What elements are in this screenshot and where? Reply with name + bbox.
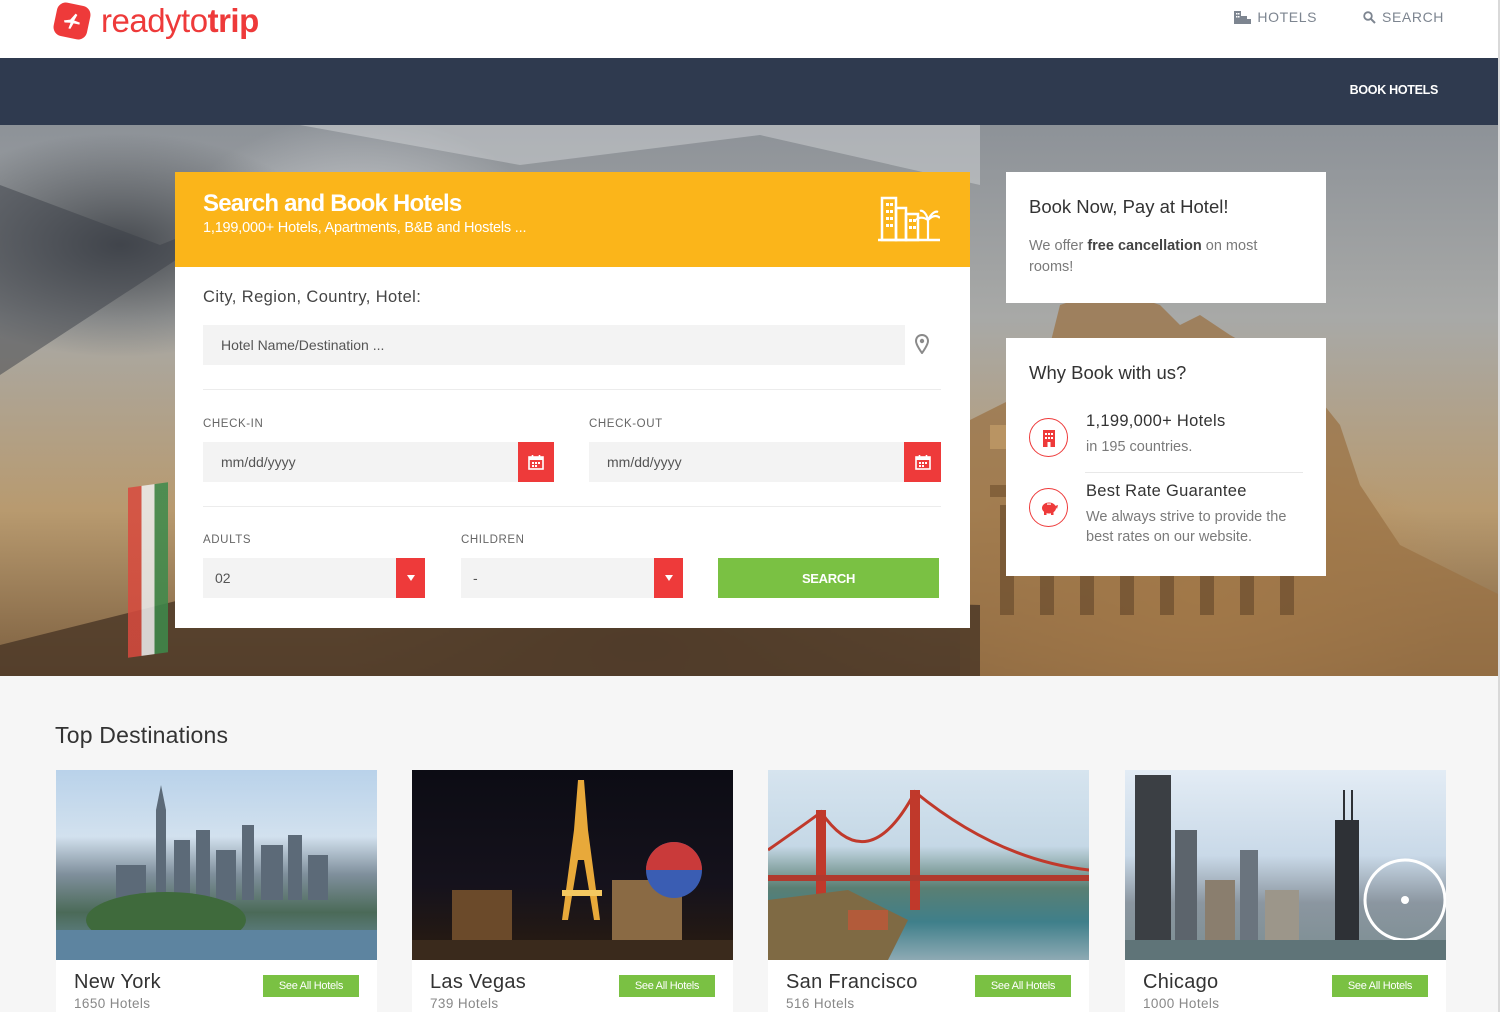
top-destinations-title: Top Destinations (55, 722, 229, 748)
see-all-hotels-button[interactable]: See All Hotels (975, 975, 1071, 997)
see-all-hotels-button[interactable]: See All Hotels (263, 975, 359, 997)
checkin-input[interactable]: mm/dd/yyyy (203, 442, 518, 482)
destination-card-chicago[interactable]: Chicago 1000 Hotels See All Hotels (1125, 770, 1446, 1012)
feature-hotels-title: 1,199,000+ Hotels (1086, 412, 1226, 430)
destination-hotel-count: 1000 Hotels (1143, 996, 1220, 1011)
new-york-skyline (56, 785, 377, 960)
new-york-photo[interactable] (56, 770, 377, 960)
nav-hotels-label: HOTELS (1257, 9, 1318, 25)
destination-name[interactable]: Chicago (1143, 971, 1218, 994)
feature-divider (1085, 472, 1303, 473)
destination-name[interactable]: Las Vegas (430, 971, 526, 994)
destination-name[interactable]: New York (74, 971, 161, 994)
top-nav: HOTELS SEARCH (1234, 9, 1444, 25)
nav-search-label: SEARCH (1382, 9, 1444, 25)
chicago-photo[interactable] (1125, 770, 1446, 960)
logo[interactable]: readytotrip (51, 0, 260, 42)
adults-dropdown-button[interactable] (396, 558, 425, 598)
form-divider (203, 506, 941, 507)
nav-hotels[interactable]: HOTELS (1234, 9, 1317, 25)
form-divider (203, 389, 941, 390)
checkin-calendar-button[interactable] (518, 442, 554, 482)
feature-best-rate-desc: We always strive to provide the best rat… (1086, 509, 1287, 545)
free-cancellation-text: free cancellation (1087, 238, 1202, 254)
caret-down-icon (406, 575, 415, 581)
piggy-bank-icon (1029, 488, 1068, 527)
las-vegas-photo[interactable] (412, 770, 733, 960)
checkout-calendar-button[interactable] (904, 442, 941, 482)
book-now-box: Book Now, Pay at Hotel! We offer free ca… (1006, 172, 1326, 303)
map-pin-icon[interactable] (915, 334, 929, 354)
book-hotels-link[interactable]: BOOK HOTELS (1350, 83, 1439, 97)
top-header: readytotrip HOTELS SEARCH (0, 0, 1500, 58)
search-icon (1363, 10, 1376, 24)
destination-hotel-count: 739 Hotels (430, 996, 499, 1011)
caret-down-icon (664, 575, 673, 581)
logo-text-part1: readyto (101, 2, 208, 39)
golden-gate-bridge (768, 789, 1089, 960)
why-book-title: Why Book with us? (1029, 362, 1187, 383)
destination-input[interactable]: Hotel Name/Destination ... (203, 325, 905, 365)
children-dropdown-button[interactable] (654, 558, 683, 598)
see-all-hotels-button[interactable]: See All Hotels (619, 975, 715, 997)
why-book-box: Why Book with us? 1,199,000+ Hotels in 1… (1006, 338, 1326, 576)
checkout-input[interactable]: mm/dd/yyyy (589, 442, 904, 482)
chicago-skyline (1125, 775, 1446, 960)
nav-search[interactable]: SEARCH (1363, 9, 1444, 25)
destination-card-san-francisco[interactable]: San Francisco 516 Hotels See All Hotels (768, 770, 1089, 1012)
checkin-label: CHECK-IN (203, 418, 264, 430)
destination-label: City, Region, Country, Hotel: (203, 288, 422, 306)
plane-icon (51, 0, 93, 42)
adults-select[interactable]: 02 (203, 558, 396, 598)
search-card-title: Search and Book Hotels (203, 190, 462, 217)
search-button[interactable]: SEARCH (718, 558, 939, 598)
feature-hotels-desc: in 195 countries. (1086, 439, 1193, 455)
hotel-icon (1234, 11, 1252, 24)
destination-hotel-count: 516 Hotels (786, 996, 855, 1011)
children-select[interactable]: - (461, 558, 654, 598)
destination-name[interactable]: San Francisco (786, 971, 918, 994)
destination-hotel-count: 1650 Hotels (74, 996, 151, 1011)
book-now-text: We offer free cancellation on most rooms… (1029, 236, 1299, 278)
flag-decoration (128, 482, 168, 658)
search-card-header: Search and Book Hotels 1,199,000+ Hotels… (175, 172, 970, 267)
feature-best-rate-title: Best Rate Guarantee (1086, 482, 1247, 500)
calendar-icon (914, 455, 931, 470)
checkout-label: CHECK-OUT (589, 418, 663, 430)
search-card-subtitle: 1,199,000+ Hotels, Apartments, B&B and H… (203, 220, 527, 236)
las-vegas-skyline (412, 780, 733, 960)
main-navbar: BOOK HOTELS (0, 58, 1500, 125)
destination-card-new-york[interactable]: New York 1650 Hotels See All Hotels (56, 770, 377, 1012)
hotel-building-icon (1029, 418, 1068, 457)
adults-label: ADULTS (203, 534, 252, 546)
calendar-icon (528, 455, 544, 470)
see-all-hotels-button[interactable]: See All Hotels (1332, 975, 1428, 997)
search-form: City, Region, Country, Hotel: Hotel Name… (175, 267, 970, 628)
children-label: CHILDREN (461, 534, 525, 546)
book-now-text-start: We offer (1029, 238, 1088, 254)
book-now-title: Book Now, Pay at Hotel! (1029, 196, 1229, 217)
destination-card-las-vegas[interactable]: Las Vegas 739 Hotels See All Hotels (412, 770, 733, 1012)
san-francisco-photo[interactable] (768, 770, 1089, 960)
logo-text-part2: trip (207, 2, 260, 39)
city-buildings-icon (878, 196, 940, 242)
